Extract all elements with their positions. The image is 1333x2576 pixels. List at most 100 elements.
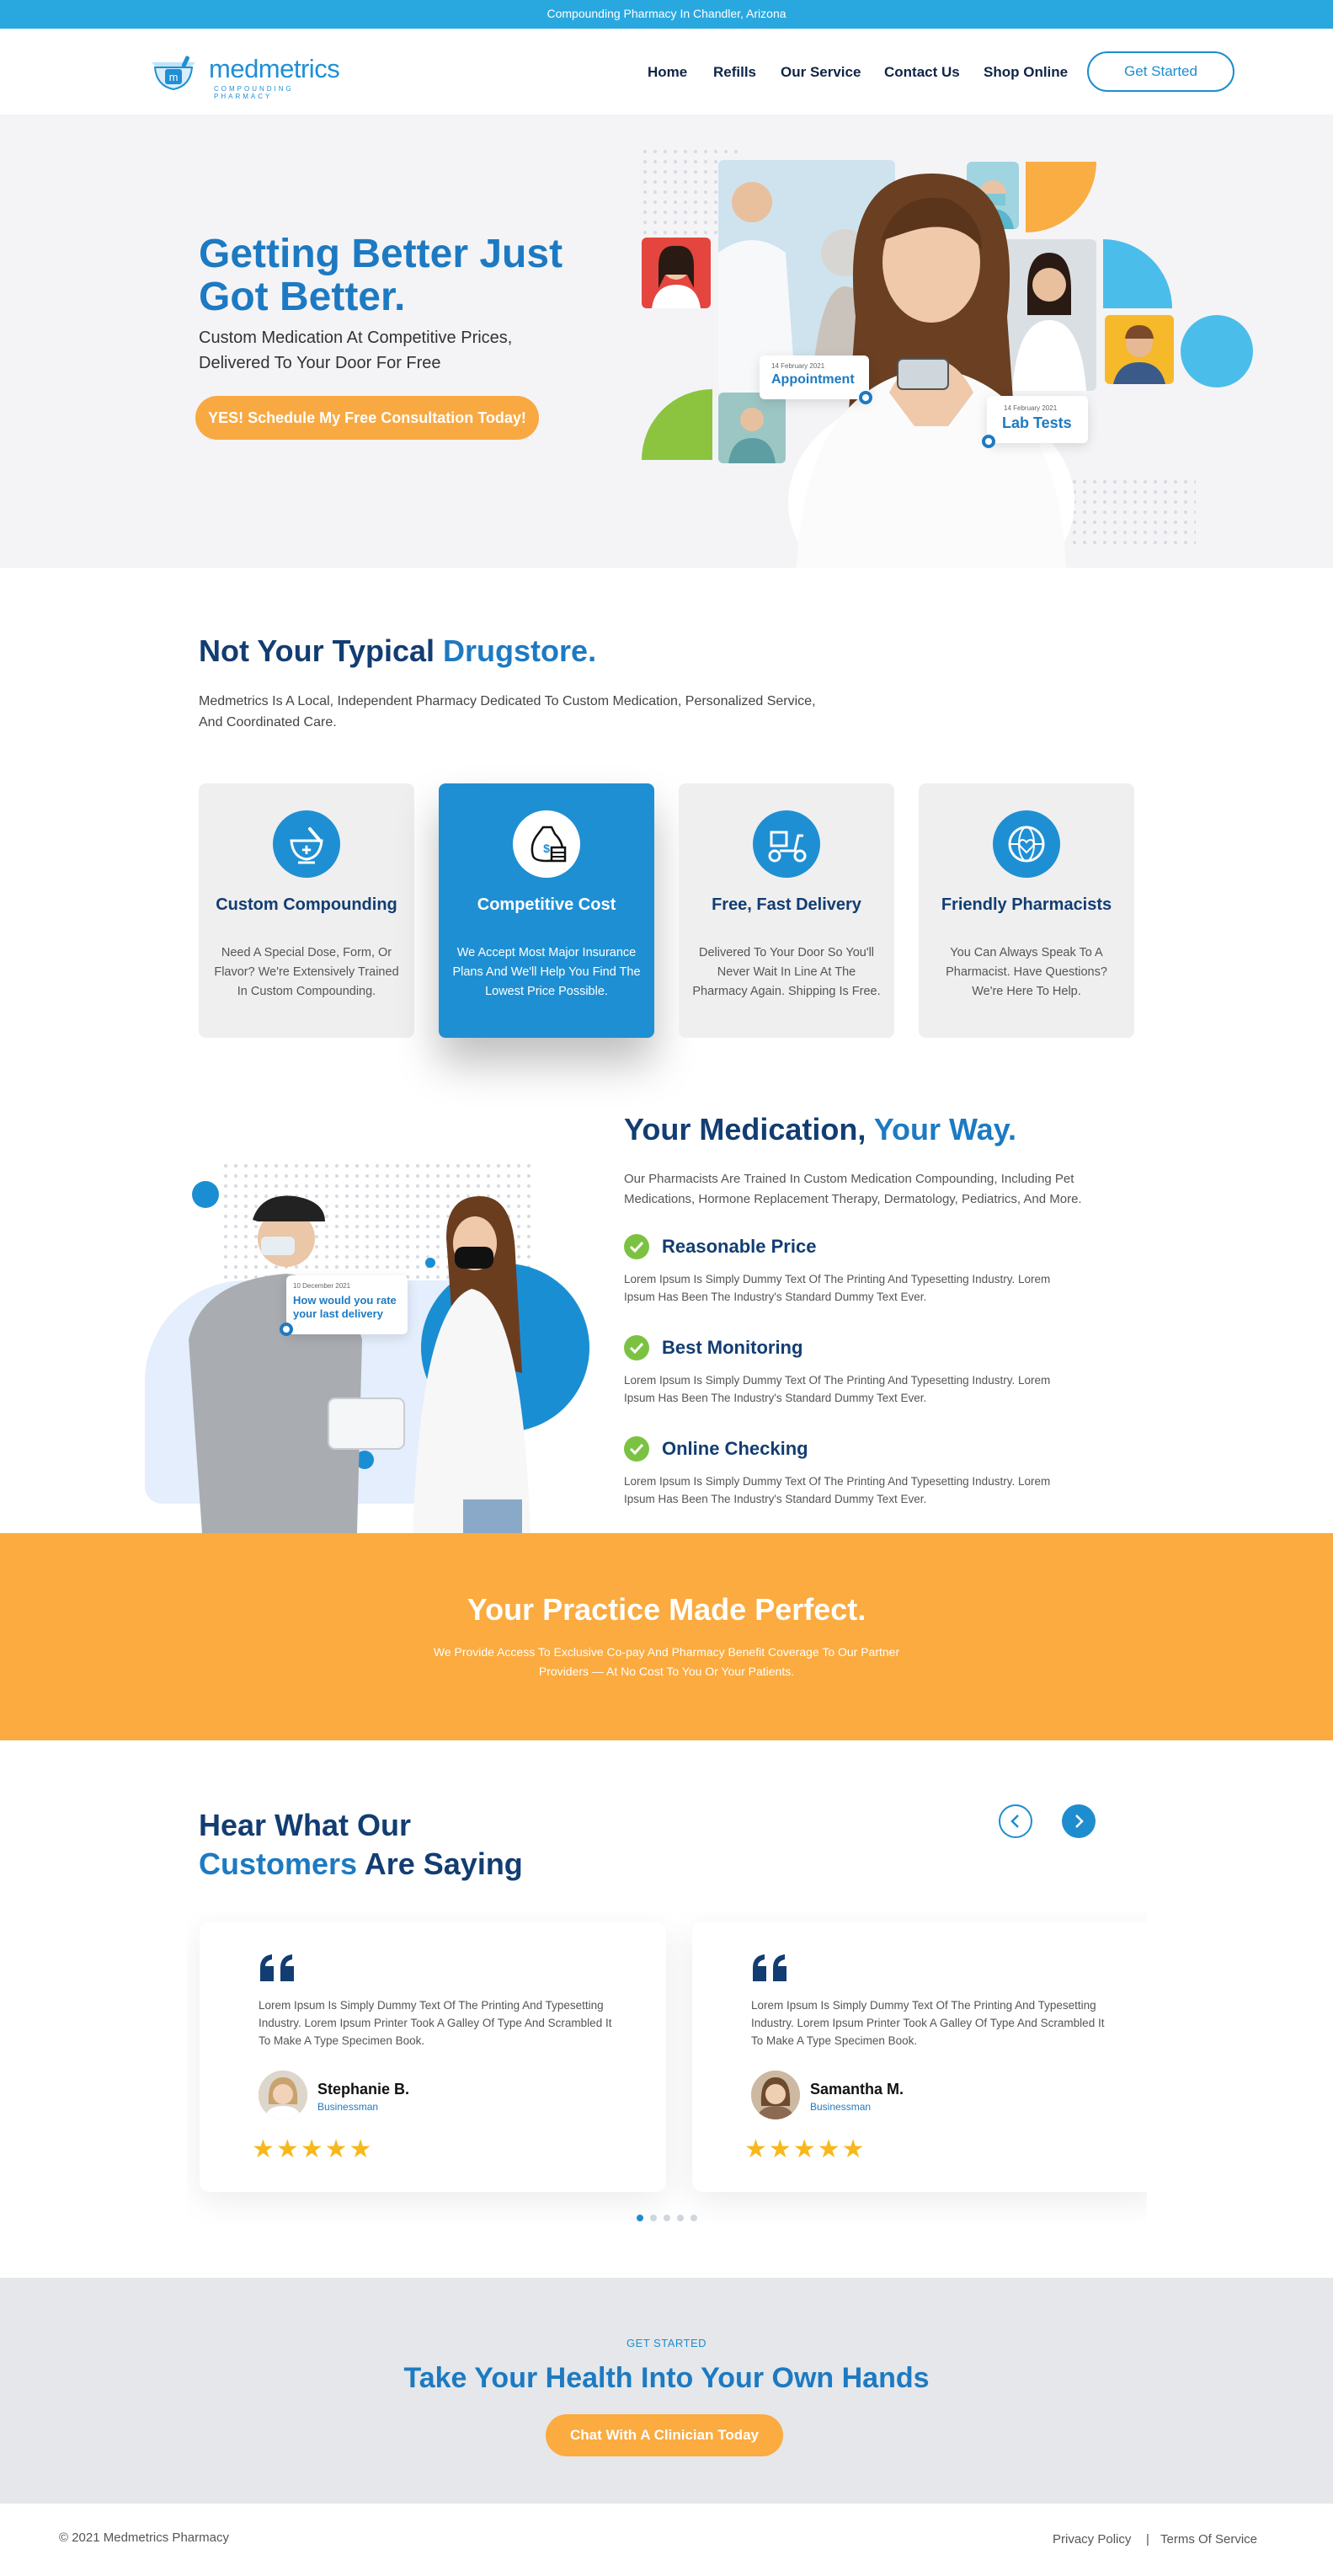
delivery-handover-image [189,1195,531,1533]
medication-title-part: Your Medication, [624,1112,874,1146]
care-worker-image [718,393,786,463]
feature-text: Lorem Ipsum Is Simply Dummy Text Of The … [624,1374,1051,1404]
card-text: You Can Always Speak To A Pharmacist. Ha… [946,946,1107,998]
card-title: Friendly Pharmacists [941,895,1112,914]
service-card-friendly-pharmacists[interactable]: Friendly Pharmacists You Can Always Spea… [919,783,1134,1038]
lab-tests-date: 14 February 2021 [1004,404,1058,412]
check-icon [624,1436,649,1462]
feature-text: Lorem Ipsum Is Simply Dummy Text Of The … [624,1273,1051,1303]
quote-icon [260,1954,294,1981]
testimonials-title-line2: Customers Are Saying [199,1845,523,1884]
rating-label: How would you rate your last delivery [293,1294,397,1320]
feature-title-reasonable-price: Reasonable Price [662,1236,817,1257]
medication-title-highlight: Your Way. [873,1112,1017,1146]
avatar [259,2071,307,2119]
nav-shop-online[interactable]: Shop Online [984,64,1068,81]
testimonial-name: Stephanie B. [317,2081,410,2098]
service-card-custom-compounding[interactable]: ✚ Custom Compounding Need A Special Dose… [199,783,414,1038]
nav-refills[interactable]: Refills [713,64,756,81]
carousel-dot[interactable] [690,2215,697,2221]
card-title: Free, Fast Delivery [712,895,861,914]
lab-tests-badge: 14 February 2021 Lab Tests [982,396,1088,448]
site-header: m medmetrics COMPOUNDING PHARMACY Home R… [0,29,1333,115]
practice-banner: Your Practice Made Perfect. We Provide A… [0,1533,1333,1740]
card-title: Competitive Cost [477,895,616,914]
practice-title: Your Practice Made Perfect. [467,1592,866,1627]
blue-quarter-shape [1103,239,1172,308]
marker-dot [859,391,872,404]
feature-text: Lorem Ipsum Is Simply Dummy Text Of The … [624,1475,1051,1505]
carousel-dot[interactable] [664,2215,670,2221]
logo-tagline: COMPOUNDING PHARMACY [214,85,294,100]
hero-subtitle: Custom Medication At Competitive Prices,… [199,329,513,372]
cta-title: Take Your Health Into Your Own Hands [403,2362,930,2394]
appointment-date: 14 February 2021 [771,362,825,370]
rating-date: 10 December 2021 [293,1282,351,1290]
chat-clinician-button[interactable]: Chat With A Clinician Today [546,2414,783,2456]
cta-section: GET STARTED Take Your Health Into Your O… [0,2278,1333,2504]
card-text: Delivered To Your Door So You'll Never W… [692,946,881,998]
lab-tests-label: Lab Tests [1002,414,1072,431]
svg-text:$: $ [543,842,550,855]
nav-our-service[interactable]: Our Service [781,64,861,81]
doctor-portrait-image [642,238,711,308]
marker-dot [982,435,995,448]
marker-dot [280,1323,293,1336]
testimonial-role: Businessman [317,2101,379,2113]
medication-text: Our Pharmacists Are Trained In Custom Me… [624,1172,1082,1206]
testimonials-title-highlight: Customers [199,1846,358,1881]
practice-text: We Provide Access To Exclusive Co-pay An… [433,1645,900,1678]
nav-contact-us[interactable]: Contact Us [884,64,960,81]
chevron-left-icon [1010,1814,1019,1828]
carousel-dot[interactable] [677,2215,684,2221]
card-text: Need A Special Dose, Form, Or Flavor? We… [214,946,399,998]
svg-text:✚: ✚ [301,843,312,857]
delivery-rating-badge: 10 December 2021 How would you rate your… [280,1275,408,1336]
green-quarter-shape [642,389,712,460]
testimonials-title: Hear What Our Customers Are Saying [199,1806,523,1884]
avatar [751,2071,800,2119]
free-consultation-button[interactable]: YES! Schedule My Free Consultation Today… [195,396,539,440]
feature-title-online-checking: Online Checking [662,1438,808,1459]
money-bag-icon: $ [513,810,580,878]
mortar-pestle-icon: ✚ [273,810,340,878]
announcement-text: Compounding Pharmacy In Chandler, Arizon… [547,7,786,20]
feature-title-best-monitoring: Best Monitoring [662,1337,803,1358]
testimonial-card: Lorem Ipsum Is Simply Dummy Text Of The … [692,1922,1147,2192]
check-icon [624,1335,649,1360]
appointment-badge: 14 February 2021 Appointment [760,355,872,404]
star-rating: ★★★★★ [252,2135,374,2163]
delivery-scooter-icon [753,810,820,878]
testimonials-title-part: Are Saying [357,1846,523,1881]
testimonials-title-line1: Hear What Our [199,1808,412,1842]
card-title: Custom Compounding [216,895,397,914]
hero-title: Getting Better Just Got Better. [199,232,563,319]
hero-section: Getting Better Just Got Better. Custom M… [0,115,1333,568]
logo[interactable]: m medmetrics COMPOUNDING PHARMACY [150,54,352,100]
carousel-dot-active[interactable] [637,2215,643,2221]
testimonial-role: Businessman [810,2101,872,2113]
testimonial-text: Lorem Ipsum Is Simply Dummy Text Of The … [259,1999,612,2047]
dot-pattern [1069,477,1196,544]
carousel-dot[interactable] [650,2215,657,2221]
carousel-next-button[interactable] [1062,1804,1096,1838]
footer-separator: | [1146,2532,1149,2547]
testimonial-card: Lorem Ipsum Is Simply Dummy Text Of The … [200,1922,666,2192]
check-icon [624,1234,649,1259]
terms-of-service-link[interactable]: Terms Of Service [1160,2532,1257,2547]
copyright-text: © 2021 Medmetrics Pharmacy [59,2531,229,2545]
get-started-button[interactable]: Get Started [1087,51,1234,92]
testimonial-text: Lorem Ipsum Is Simply Dummy Text Of The … [751,1999,1105,2047]
medication-title: Your Medication, Your Way. [624,1112,1016,1147]
star-rating: ★★★★★ [744,2135,866,2163]
announcement-bar: Compounding Pharmacy In Chandler, Arizon… [0,0,1333,29]
service-card-free-fast-delivery[interactable]: Free, Fast Delivery Delivered To Your Do… [679,783,894,1038]
carousel-prev-button[interactable] [999,1804,1032,1838]
intro-title: Not Your Typical Drugstore. [199,633,596,669]
service-card-competitive-cost[interactable]: $ Competitive Cost We Accept Most Major … [439,783,654,1038]
testimonial-carousel: Lorem Ipsum Is Simply Dummy Text Of The … [187,1912,1147,2224]
globe-heart-icon [993,810,1060,878]
privacy-policy-link[interactable]: Privacy Policy [1053,2532,1131,2547]
nav-home[interactable]: Home [648,64,687,81]
mortar-logo-icon: m [152,56,195,91]
